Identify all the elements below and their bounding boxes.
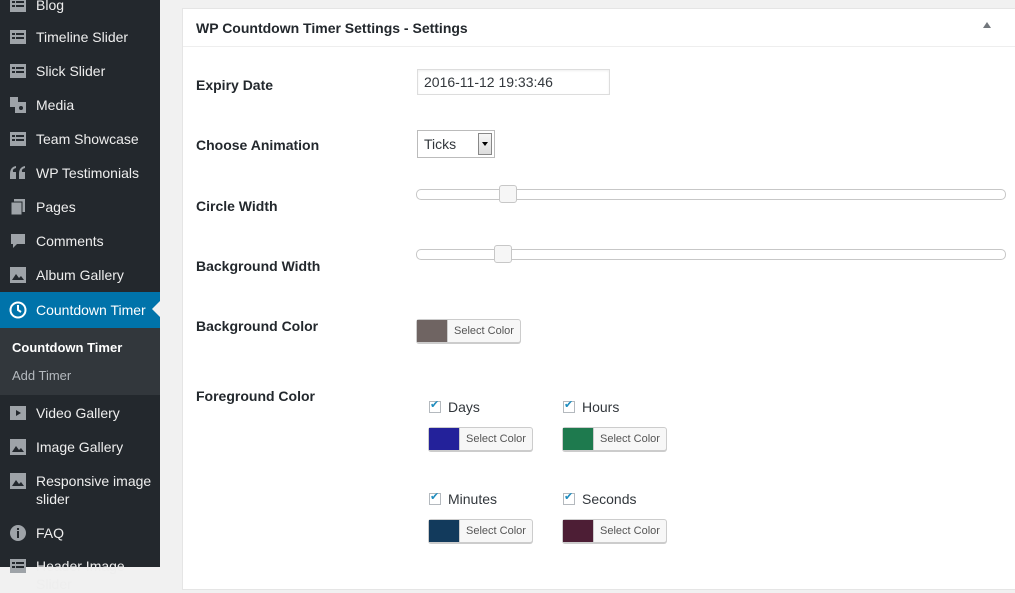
list-icon [9, 557, 27, 575]
expiry-date-label: Expiry Date [196, 77, 274, 93]
minutes-checkbox-row[interactable]: Minutes [429, 490, 498, 507]
sidebar-item-wp-testimonials[interactable]: WP Testimonials [0, 164, 160, 198]
panel-collapse-toggle-icon[interactable] [983, 22, 991, 28]
sidebar-item-label: FAQ [36, 525, 65, 541]
list-icon [9, 130, 27, 148]
seconds-checkbox-row[interactable]: Seconds [563, 490, 637, 507]
hours-checkbox[interactable] [563, 398, 575, 413]
submenu-item-add-timer[interactable]: Add Timer [12, 367, 71, 385]
sidebar-item-label: Responsive image slider [36, 473, 152, 507]
list-icon [9, 0, 27, 14]
seconds-checkbox[interactable] [563, 490, 575, 505]
select-color-label: Select Color [454, 325, 514, 337]
sidebar-item-label: Media [36, 97, 75, 113]
media-icon [9, 96, 27, 114]
panel-title: WP Countdown Timer Settings - Settings [196, 20, 468, 36]
background-width-slider[interactable] [416, 245, 1006, 263]
days-label: Days [448, 399, 480, 415]
panel-header: WP Countdown Timer Settings - Settings [183, 9, 1015, 47]
days-color-swatch [429, 428, 460, 450]
list-icon [9, 28, 27, 46]
gallery-icon [9, 266, 27, 284]
seconds-label: Seconds [582, 491, 637, 507]
animation-select[interactable]: Ticks [417, 130, 495, 158]
sidebar-item-label: Video Gallery [36, 405, 120, 421]
sidebar-item-team-showcase[interactable]: Team Showcase [0, 130, 160, 164]
gallery-icon [9, 438, 27, 456]
minutes-color-swatch [429, 520, 460, 542]
background-color-label: Background Color [196, 318, 319, 334]
expiry-date-input[interactable] [417, 69, 610, 95]
sidebar-item-label: Team Showcase [36, 131, 139, 147]
sidebar-item-label: Pages [36, 199, 76, 215]
settings-panel: WP Countdown Timer Settings - Settings E… [182, 8, 1015, 590]
video-icon [9, 404, 27, 422]
days-checkbox[interactable] [429, 398, 441, 413]
select-color-label: Select Color [466, 433, 526, 445]
sidebar-item-header-image-slider[interactable]: Header Image Slider [0, 557, 160, 592]
hours-label: Hours [582, 399, 620, 415]
foreground-color-label: Foreground Color [196, 388, 315, 404]
seconds-color-picker-button[interactable]: Select Color [562, 519, 667, 543]
sidebar-item-responsive-image-slider[interactable]: Responsive image slider [0, 472, 160, 524]
sidebar-item-label: Image Gallery [36, 439, 124, 455]
sidebar-item-label: Slick Slider [36, 63, 106, 79]
chevron-down-icon[interactable] [478, 133, 492, 155]
sidebar-item-media[interactable]: Media [0, 96, 160, 130]
sidebar-item-label: Blog [36, 0, 65, 13]
quote-icon [9, 164, 27, 182]
sidebar-item-image-gallery[interactable]: Image Gallery [0, 438, 160, 472]
sidebar-item-comments[interactable]: Comments [0, 232, 160, 266]
submenu-item-countdown-timer[interactable]: Countdown Timer [12, 339, 122, 357]
circle-width-slider-handle[interactable] [499, 185, 518, 203]
select-color-label: Select Color [466, 525, 526, 537]
hours-color-swatch [563, 428, 594, 450]
minutes-checkbox[interactable] [429, 490, 441, 505]
hours-color-picker-button[interactable]: Select Color [562, 427, 667, 451]
sidebar-item-label: Album Gallery [36, 267, 124, 283]
days-checkbox-row[interactable]: Days [429, 398, 480, 415]
sidebar-item-video-gallery[interactable]: Video Gallery [0, 404, 160, 438]
sidebar-item-faq[interactable]: FAQ [0, 524, 160, 558]
admin-sidebar: Blog Timeline Slider Slick Slider Media Team… [0, 0, 160, 592]
pages-icon [9, 198, 27, 216]
circle-width-label: Circle Width [196, 198, 278, 214]
sidebar-item-label: Header Image Slider [36, 558, 125, 592]
sidebar-item-countdown-timer[interactable]: Countdown Timer [0, 292, 160, 328]
sidebar-item-pages[interactable]: Pages [0, 198, 160, 232]
days-color-picker-button[interactable]: Select Color [428, 427, 533, 451]
list-icon [9, 62, 27, 80]
background-color-picker-button[interactable]: Select Color [416, 319, 521, 343]
circle-width-slider[interactable] [416, 185, 1006, 203]
animation-select-value: Ticks [424, 136, 457, 152]
sidebar-item-blog[interactable]: Blog [0, 0, 160, 30]
select-color-label: Select Color [600, 525, 660, 537]
comment-icon [9, 232, 27, 250]
minutes-color-picker-button[interactable]: Select Color [428, 519, 533, 543]
seconds-color-swatch [563, 520, 594, 542]
sidebar-item-slick-slider[interactable]: Slick Slider [0, 62, 160, 96]
background-width-slider-handle[interactable] [494, 245, 513, 263]
sidebar-item-label: WP Testimonials [36, 165, 139, 181]
clock-icon [9, 301, 27, 319]
sidebar-item-label: Comments [36, 233, 104, 249]
countdown-timer-submenu: Countdown Timer Add Timer [0, 328, 160, 395]
sidebar-item-label: Timeline Slider [36, 29, 129, 45]
sidebar-item-timeline-slider[interactable]: Timeline Slider [0, 28, 160, 62]
hours-checkbox-row[interactable]: Hours [563, 398, 620, 415]
minutes-label: Minutes [448, 491, 498, 507]
choose-animation-label: Choose Animation [196, 137, 320, 153]
select-color-label: Select Color [600, 433, 660, 445]
sidebar-item-label: Countdown Timer [36, 302, 146, 318]
info-icon [9, 524, 27, 542]
background-width-label: Background Width [196, 258, 321, 274]
background-color-swatch [417, 320, 448, 342]
gallery-icon [9, 472, 27, 490]
